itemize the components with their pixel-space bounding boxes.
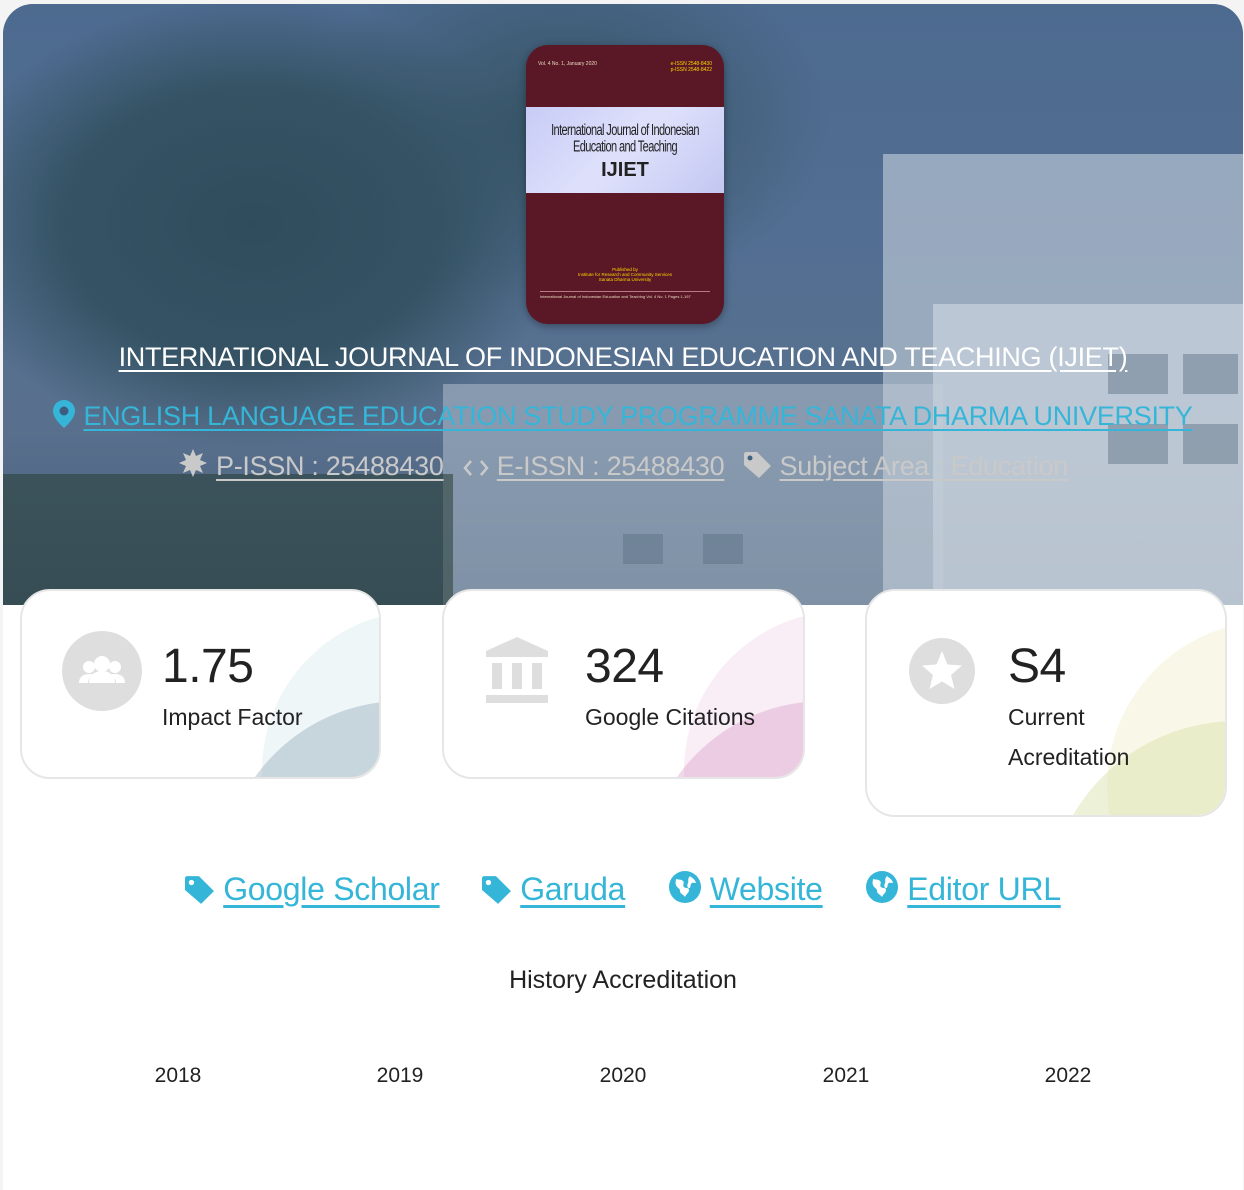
history-year-label: 2021: [822, 1064, 870, 1087]
external-links-row: Google Scholar Garuda Website Editor URL: [3, 870, 1243, 908]
google-citations-label: Google Citations: [585, 704, 756, 730]
certificate-icon: [178, 449, 207, 477]
globe-icon: [866, 871, 899, 903]
e-issn-item: E-ISSN : 25488430: [463, 451, 725, 482]
editor-url-link[interactable]: Editor URL: [907, 871, 1061, 907]
p-issn-item: P-ISSN : 25488430: [178, 448, 444, 482]
garuda-link[interactable]: Garuda: [520, 871, 625, 907]
background-foliage: [3, 474, 453, 605]
website-item: Website: [668, 870, 823, 908]
impact-factor-label: Impact Factor: [162, 704, 303, 730]
background-window: [703, 534, 743, 564]
cover-title-band: International Journal of Indonesian Educ…: [526, 107, 724, 193]
google-scholar-link[interactable]: Google Scholar: [223, 871, 440, 907]
users-icon: [79, 656, 125, 683]
journal-title: INTERNATIONAL JOURNAL OF INDONESIAN EDUC…: [3, 342, 1243, 373]
e-issn-link[interactable]: E-ISSN : 25488430: [497, 451, 725, 481]
google-citations-card: 324 Google Citations: [442, 589, 805, 779]
google-scholar-item: Google Scholar: [185, 871, 440, 908]
google-citations-value: 324: [585, 640, 664, 693]
cover-title-text: International Journal of Indonesian Educ…: [551, 122, 699, 156]
p-issn-link[interactable]: P-ISSN : 25488430: [216, 451, 444, 481]
impact-factor-card: 1.75 Impact Factor: [20, 589, 381, 779]
hero-banner: Vol. 4 No. 1, January 2020 e-ISSN 2548-8…: [3, 4, 1243, 605]
journal-profile-card: Vol. 4 No. 1, January 2020 e-ISSN 2548-8…: [3, 4, 1243, 1190]
code-icon: [463, 460, 489, 476]
history-year-label: 2019: [376, 1064, 424, 1087]
history-year-label: 2020: [599, 1064, 647, 1087]
website-link[interactable]: Website: [710, 871, 823, 907]
background-window: [623, 534, 663, 564]
journal-meta-row: P-ISSN : 25488430 E-ISSN : 25488430 Subj…: [3, 448, 1243, 482]
current-accreditation-card: S4 Current Acreditation: [865, 589, 1227, 817]
accreditation-label-line1: Current: [1008, 704, 1085, 730]
cover-volume-text: Vol. 4 No. 1, January 2020: [538, 61, 597, 67]
history-accreditation-title: History Accreditation: [509, 966, 737, 994]
cover-footer-text: International Journal of Indonesian Educ…: [540, 291, 710, 307]
institution-row: ENGLISH LANGUAGE EDUCATION STUDY PROGRAM…: [3, 400, 1243, 432]
impact-factor-value: 1.75: [162, 640, 254, 693]
cover-issn-text: e-ISSN 2548-8430 p-ISSN 2548-8422: [670, 61, 712, 73]
bank-icon: [486, 637, 548, 703]
tag-icon: [482, 876, 512, 904]
editor-url-item: Editor URL: [865, 870, 1061, 908]
journal-cover-image: Vol. 4 No. 1, January 2020 e-ISSN 2548-8…: [526, 45, 724, 324]
institution-link[interactable]: ENGLISH LANGUAGE EDUCATION STUDY PROGRAM…: [83, 401, 1192, 431]
tag-icon: [185, 876, 215, 904]
subject-area-item: Subject Area : Education: [743, 451, 1069, 482]
journal-title-link[interactable]: INTERNATIONAL JOURNAL OF INDONESIAN EDUC…: [119, 342, 1128, 372]
star-icon: [909, 638, 975, 704]
users-icon-circle: [62, 631, 142, 711]
cover-abbr-text: IJIET: [601, 159, 649, 181]
garuda-item: Garuda: [482, 871, 625, 908]
history-year-label: 2018: [154, 1064, 202, 1087]
accreditation-label-line2: Acreditation: [1008, 744, 1130, 770]
subject-area-link[interactable]: Subject Area : Education: [780, 451, 1069, 481]
cover-publisher-text: Published by Institute for Research and …: [577, 267, 673, 282]
map-marker-icon: [53, 400, 76, 428]
history-year-label: 2022: [1044, 1064, 1092, 1087]
tag-icon: [743, 452, 771, 478]
globe-icon: [668, 871, 701, 903]
accreditation-value: S4: [1008, 640, 1066, 693]
